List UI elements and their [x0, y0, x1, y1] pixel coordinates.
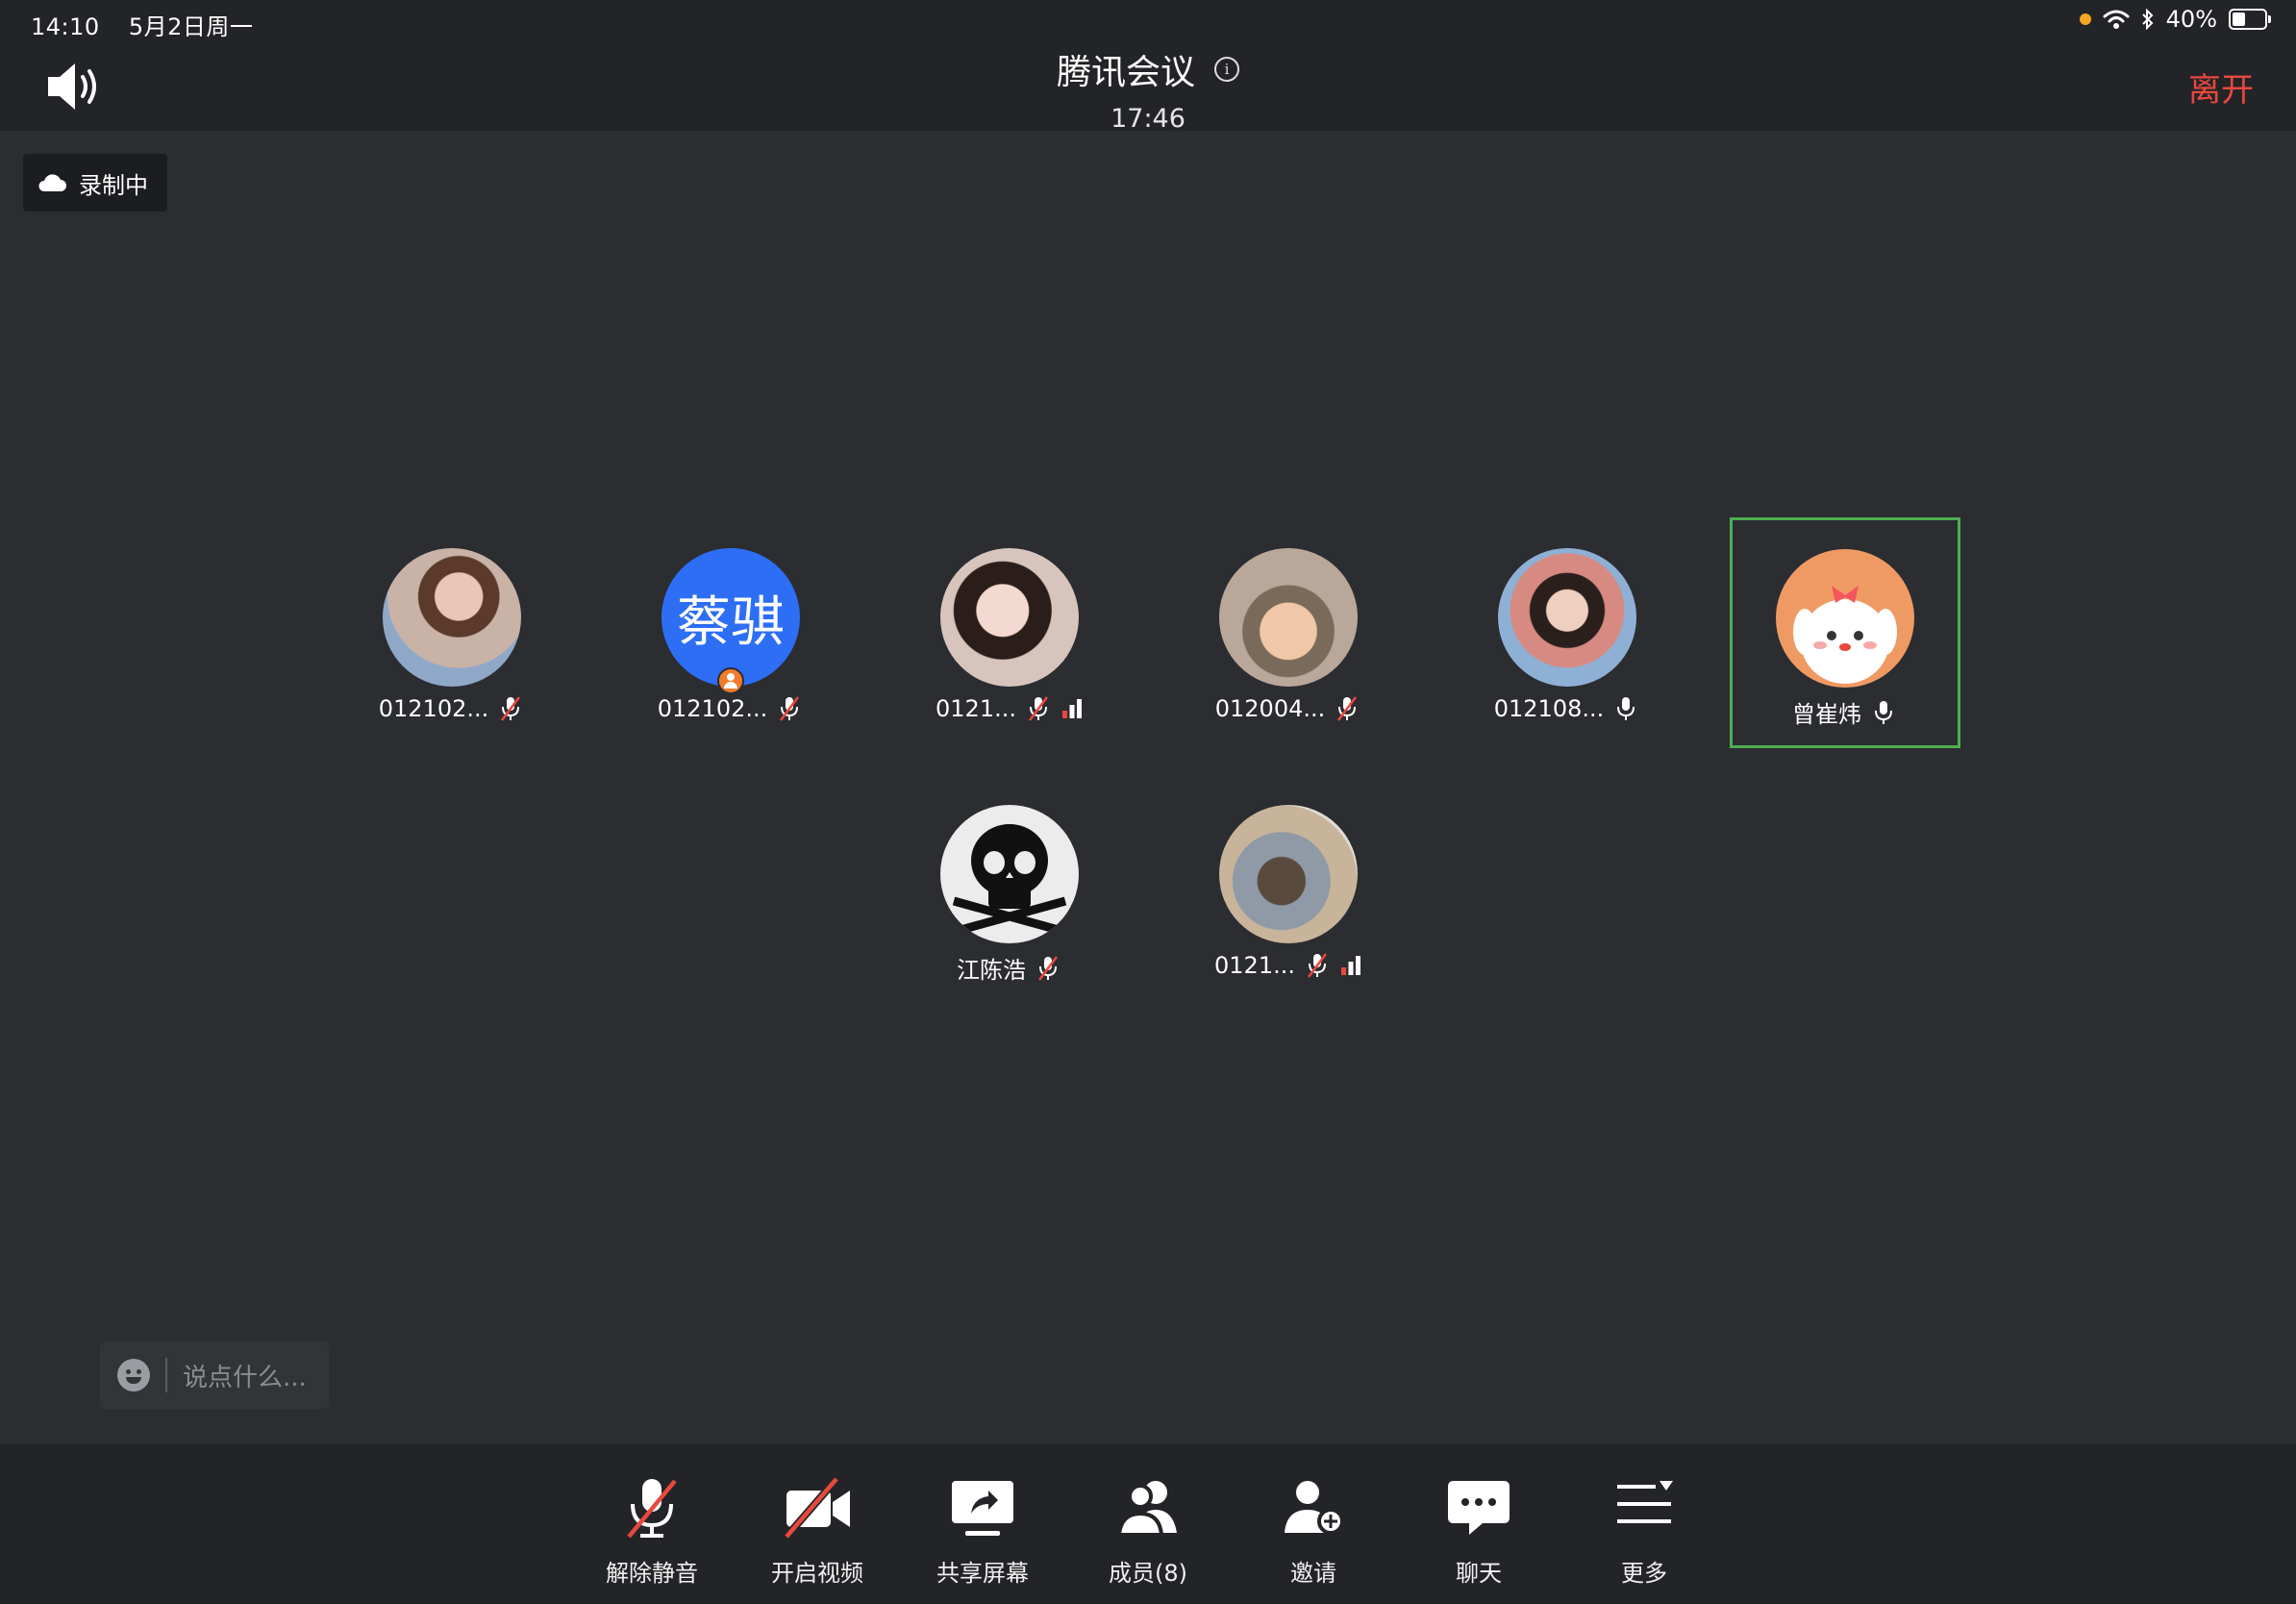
participant-name: 0121...: [936, 695, 1016, 722]
status-bar: 14:10 5月2日周一 40%: [0, 0, 2296, 44]
cartoon-avatar-image: [1793, 586, 1897, 684]
battery-percent: 40%: [2165, 6, 2217, 33]
chat-placeholder: 说点什么...: [183, 1363, 307, 1392]
mic-muted-icon: [1307, 953, 1327, 978]
avatar: [1219, 548, 1358, 687]
participant-tile[interactable]: 012004...: [1175, 519, 1402, 746]
info-icon[interactable]: i: [1214, 57, 1239, 82]
chat-divider: [165, 1358, 167, 1392]
mic-in-use-indicator: [2079, 13, 2091, 25]
chat-quick-input[interactable]: 说点什么...: [100, 1341, 329, 1409]
status-date: 5月2日周一: [128, 13, 254, 40]
participant-name: 0121...: [1214, 952, 1295, 979]
invite-button[interactable]: 邀请: [1246, 1473, 1381, 1588]
participant-label: 江陈浩: [957, 951, 1062, 985]
avatar: [383, 548, 521, 687]
participant-name: 012102...: [657, 695, 768, 722]
mic-muted-icon: [1337, 696, 1358, 721]
members-button[interactable]: 成员(8): [1081, 1473, 1215, 1588]
participant-tile[interactable]: 0121...: [896, 519, 1123, 746]
members-icon: [1116, 1481, 1177, 1537]
recording-badge[interactable]: 录制中: [23, 154, 167, 212]
leave-button[interactable]: 离开: [2188, 63, 2254, 111]
participant-label: 0121...: [1214, 951, 1362, 980]
share-screen-button[interactable]: 共享屏幕: [915, 1473, 1050, 1588]
wifi-icon: [2103, 10, 2130, 29]
participant-name: 曾崔炜: [1792, 701, 1861, 728]
participant-label: 012102...: [379, 694, 526, 723]
unmute-button[interactable]: 解除静音: [585, 1473, 719, 1588]
more-button[interactable]: 更多: [1577, 1473, 1711, 1588]
start-video-button[interactable]: 开启视频: [750, 1473, 885, 1588]
mic-icon: [1617, 697, 1635, 720]
participant-label: 曾崔炜: [1792, 695, 1898, 729]
participant-label: 012108...: [1494, 694, 1641, 723]
battery-level: [2233, 13, 2245, 26]
avatar: [1498, 548, 1636, 687]
share-screen-icon: [952, 1481, 1013, 1536]
participant-tile[interactable]: 江陈浩: [896, 776, 1123, 1003]
avatar: [940, 548, 1079, 687]
avatar: 蔡骐: [661, 548, 800, 694]
mic-muted-icon: [501, 696, 521, 721]
members-label: 成员(8): [1109, 1560, 1187, 1587]
mic-muted-icon: [627, 1479, 677, 1539]
avatar: [940, 805, 1079, 943]
meeting-title-area: 腾讯会议 i 17:46: [0, 44, 2296, 134]
participant-tile[interactable]: 012102...: [338, 519, 565, 746]
unmute-label: 解除静音: [606, 1560, 698, 1587]
mic-muted-icon: [1028, 696, 1048, 721]
status-time-date: 14:10 5月2日周一: [31, 8, 274, 41]
add-user-icon: [1285, 1481, 1344, 1535]
active-speaker-tile[interactable]: 曾崔炜: [1730, 517, 1960, 748]
participant-label: 012102...: [658, 694, 805, 723]
avatar: [1776, 549, 1914, 688]
bluetooth-icon: [2141, 9, 2154, 30]
mic-muted-icon: [780, 696, 800, 721]
video-off-icon: [783, 1476, 850, 1540]
chat-label: 聊天: [1456, 1560, 1502, 1587]
chat-bubble-icon: [1448, 1481, 1510, 1535]
more-menu-icon: [1617, 1481, 1673, 1523]
participant-label: 0121...: [936, 694, 1084, 723]
share-screen-label: 共享屏幕: [936, 1560, 1029, 1587]
participant-label: 012004...: [1215, 694, 1362, 723]
participant-tile[interactable]: 蔡骐 012102...: [617, 519, 844, 746]
status-indicators: 40%: [2079, 6, 2271, 33]
mic-icon: [1875, 700, 1892, 724]
skull-avatar-image: [952, 824, 1067, 937]
meeting-header: 腾讯会议 i 17:46 离开: [0, 44, 2296, 134]
host-icon: [717, 667, 744, 694]
meeting-timer: 17:46: [1111, 104, 1185, 134]
weak-signal-icon: [1061, 699, 1082, 718]
avatar: [1219, 805, 1358, 943]
chat-button[interactable]: 聊天: [1411, 1473, 1546, 1588]
participant-tile[interactable]: 012108...: [1454, 519, 1681, 746]
emoji-icon[interactable]: [117, 1359, 150, 1391]
mic-muted-icon: [1038, 955, 1058, 981]
weak-signal-icon: [1340, 956, 1360, 975]
bottom-toolbar: 解除静音 开启视频 共享屏幕 成员(8) 邀请 聊天 更多: [0, 1444, 2296, 1604]
status-time: 14:10: [31, 13, 100, 40]
meeting-title-text: 腾讯会议: [1056, 53, 1195, 92]
start-video-label: 开启视频: [771, 1560, 863, 1587]
invite-label: 邀请: [1290, 1560, 1336, 1587]
meeting-title: 腾讯会议 i: [1057, 44, 1239, 94]
cloud-icon: [38, 174, 66, 191]
recording-label: 录制中: [79, 171, 148, 199]
participant-name: 江陈浩: [957, 957, 1026, 984]
participant-tile[interactable]: 0121...: [1175, 776, 1402, 1003]
participant-name: 012102...: [378, 695, 489, 722]
participant-name: 012108...: [1493, 695, 1605, 722]
battery-icon: [2229, 9, 2271, 30]
participant-name: 012004...: [1214, 695, 1326, 722]
more-label: 更多: [1621, 1560, 1667, 1587]
avatar-initials: 蔡骐: [661, 548, 800, 687]
